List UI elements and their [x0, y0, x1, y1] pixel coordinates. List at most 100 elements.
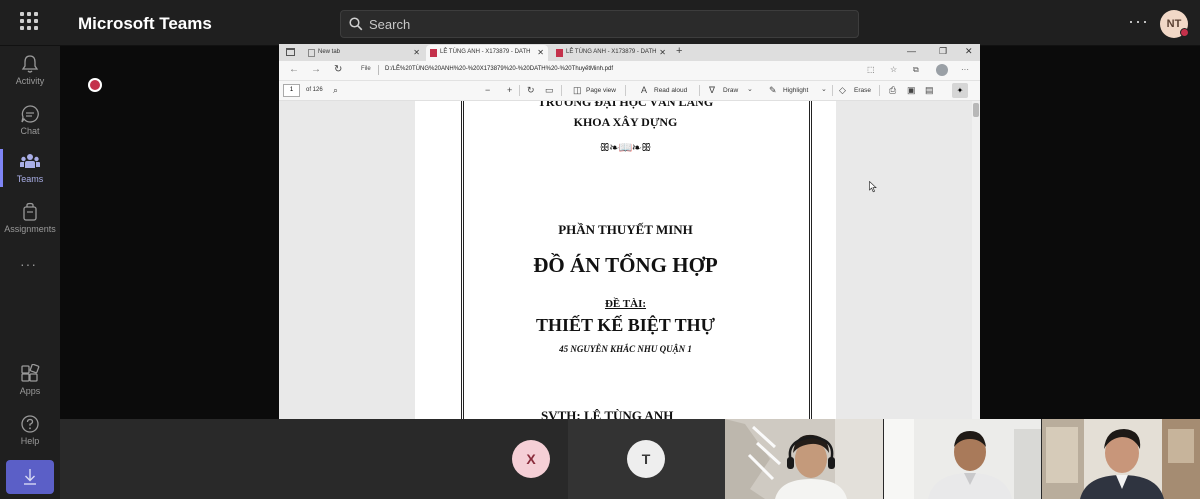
mouse-cursor-icon: [869, 181, 877, 193]
recording-indicator-icon: [88, 78, 102, 92]
find-icon[interactable]: ⌕: [333, 85, 338, 95]
participant-video-image: [1042, 419, 1200, 499]
tab-label: LÊ TÙNG ANH - X173879 - DATH: [440, 49, 531, 55]
participant-tile-t[interactable]: T: [568, 419, 725, 499]
bell-icon: [21, 55, 39, 73]
browser-tab-new-tab[interactable]: New tab ✕: [304, 45, 424, 61]
toolbar-divider: [879, 85, 880, 96]
maximize-icon[interactable]: ❐: [939, 46, 947, 57]
chevron-down-icon[interactable]: ⌄: [747, 85, 753, 95]
rail-item-chat[interactable]: Chat: [0, 104, 60, 148]
close-tab-icon[interactable]: ✕: [537, 45, 544, 60]
toolbar-divider: [561, 85, 562, 96]
tab-label: LÊ TÙNG ANH - X173879 - DATH: [566, 49, 657, 55]
shared-screen-browser: New tab ✕ LÊ TÙNG ANH - X173879 - DATH ✕…: [279, 44, 980, 419]
assignments-icon: [23, 202, 37, 221]
section-title: PHẦN THUYẾT MINH: [558, 222, 693, 237]
rail-label: Activity: [15, 76, 45, 86]
save-as-icon[interactable]: ▤: [925, 85, 934, 95]
rail-item-apps[interactable]: Apps: [0, 364, 60, 408]
top-bar: Microsoft Teams Search ··· NT: [0, 0, 1200, 46]
download-icon: [24, 469, 36, 485]
url-scheme: File: [361, 66, 371, 72]
university-name: TRƯỜNG ĐẠI HỌC VĂN LANG: [537, 101, 714, 109]
window-menu-icon[interactable]: [286, 48, 295, 56]
rail-label: Assignments: [4, 224, 56, 234]
app-title: Microsoft Teams: [78, 14, 212, 33]
browser-tab-pdf-active[interactable]: LÊ TÙNG ANH - X173879 - DATH ✕: [426, 45, 548, 61]
rail-label: Apps: [19, 386, 41, 396]
student-name: SVTH: LÊ TÙNG ANH: [541, 408, 674, 419]
url-field[interactable]: File D:/LÊ%20TÙNG%20ANH%20-%20X173879%20…: [361, 64, 851, 78]
address-bar: ← → ↻ File D:/LÊ%20TÙNG%20ANH%20-%20X173…: [279, 61, 980, 81]
toolbar-divider: [625, 85, 626, 96]
draw-button[interactable]: Draw: [723, 87, 738, 94]
app-rail: Activity Chat Teams Assignments ··· Apps…: [0, 46, 60, 499]
rotate-icon[interactable]: ↻: [527, 85, 535, 95]
search-input[interactable]: Search: [340, 10, 859, 38]
close-window-icon[interactable]: ✕: [965, 46, 973, 57]
favorites-icon[interactable]: ☆: [890, 65, 897, 74]
close-tab-icon[interactable]: ✕: [659, 45, 666, 60]
help-icon: [21, 415, 39, 433]
highlight-icon: ✎: [769, 85, 777, 95]
print-icon[interactable]: ⎙: [889, 85, 896, 95]
app-launcher-icon[interactable]: [20, 12, 38, 30]
teams-window: Microsoft Teams Search ··· NT Activity C…: [0, 0, 1200, 499]
project-title: ĐỒ ÁN TỔNG HỢP: [533, 253, 718, 277]
page-view-button[interactable]: Page view: [586, 87, 616, 94]
scrollbar-thumb[interactable]: [973, 103, 979, 117]
new-tab-icon[interactable]: +: [676, 45, 682, 57]
page-icon: [308, 49, 315, 57]
pin-toolbar-icon[interactable]: ✦: [952, 83, 968, 98]
back-icon[interactable]: ←: [289, 64, 299, 75]
rail-item-activity[interactable]: Activity: [0, 54, 60, 98]
forward-icon[interactable]: →: [311, 64, 321, 75]
project-address: 45 NGUYỄN KHẮC NHU QUẬN 1: [559, 344, 692, 354]
participant-avatar-x: X: [512, 440, 550, 478]
chat-icon: [21, 105, 39, 123]
search-icon: [349, 17, 363, 31]
page-number-input[interactable]: 1: [283, 84, 300, 97]
chevron-down-icon[interactable]: ⌄: [821, 85, 827, 95]
more-options-button[interactable]: ···: [1128, 11, 1149, 32]
download-button[interactable]: [6, 460, 54, 494]
fit-page-icon[interactable]: ▭: [545, 85, 554, 95]
read-aloud-icon: A: [641, 85, 648, 95]
refresh-icon[interactable]: ↻: [334, 64, 342, 75]
toolbar-divider: [699, 85, 700, 96]
rail-item-help[interactable]: Help: [0, 414, 60, 458]
collections-icon[interactable]: ⧉: [913, 65, 919, 75]
participant-video-1[interactable]: [725, 419, 883, 499]
settings-more-icon[interactable]: ···: [961, 65, 969, 74]
vertical-scrollbar[interactable]: [972, 101, 980, 419]
read-mode-icon[interactable]: ⬚: [867, 65, 875, 74]
participant-strip: X T: [60, 419, 1200, 499]
pdf-viewer[interactable]: TRƯỜNG ĐẠI HỌC VĂN LANG KHOA XÂY DỰNG ꕥ❧…: [279, 101, 980, 419]
topic-label: ĐỀ TÀI:: [604, 298, 647, 310]
profile-icon[interactable]: [936, 64, 948, 76]
close-tab-icon[interactable]: ✕: [413, 45, 420, 60]
participant-video-3[interactable]: [1042, 419, 1200, 499]
zoom-out-icon[interactable]: −: [485, 85, 490, 95]
participant-video-2[interactable]: [884, 419, 1041, 499]
highlight-button[interactable]: Highlight: [783, 87, 808, 94]
rail-more-button[interactable]: ···: [20, 256, 37, 272]
apps-icon: [21, 364, 40, 382]
pdf-toolbar: 1 of 126 ⌕ − + ↻ ▭ ◫ Page view A Read al…: [279, 81, 980, 101]
rail-item-assignments[interactable]: Assignments: [0, 202, 60, 246]
erase-button[interactable]: Erase: [854, 87, 871, 94]
rail-item-teams[interactable]: Teams: [0, 152, 60, 196]
zoom-in-icon[interactable]: +: [507, 85, 512, 95]
minimize-icon[interactable]: —: [907, 46, 916, 56]
pdf-icon: [556, 49, 563, 57]
participant-video-image: [725, 419, 883, 499]
eraser-icon: ◇: [839, 85, 846, 95]
teams-icon: [20, 154, 40, 168]
search-placeholder: Search: [369, 17, 411, 32]
participant-avatar-t: T: [627, 440, 665, 478]
read-aloud-button[interactable]: Read aloud: [654, 87, 687, 94]
save-icon[interactable]: ▣: [907, 85, 916, 95]
rail-label: Teams: [16, 174, 44, 184]
browser-tab-pdf[interactable]: LÊ TÙNG ANH - X173879 - DATH ✕: [552, 45, 670, 61]
